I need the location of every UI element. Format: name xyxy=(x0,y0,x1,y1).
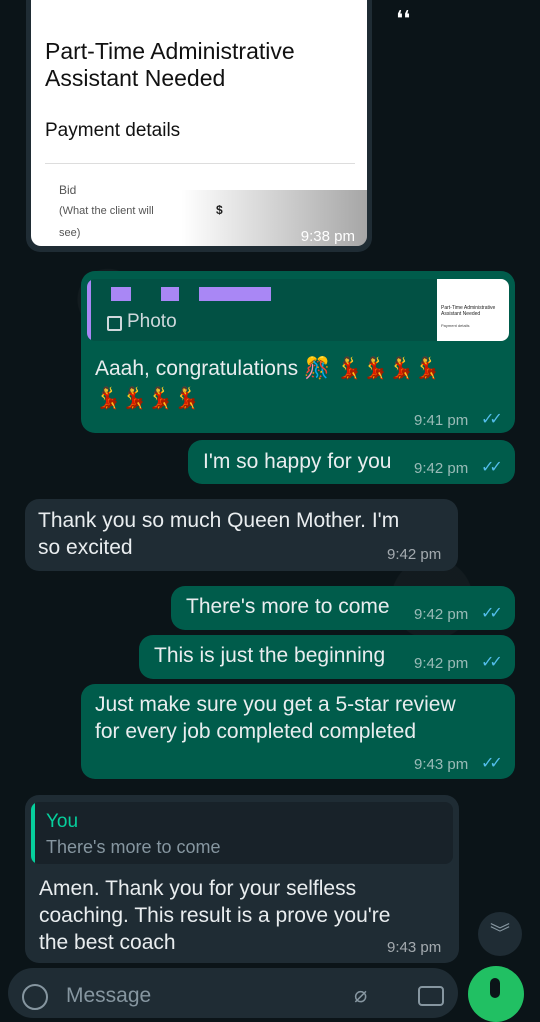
message-text: Just make sure you get a 5-star review f… xyxy=(95,693,456,743)
quote-text: There's more to come xyxy=(46,837,221,857)
bid-sub2: see) xyxy=(59,227,81,239)
message-text: I'm so happy for you xyxy=(203,450,392,473)
message-time: 9:41 pm xyxy=(414,412,469,429)
redacted-name xyxy=(111,287,271,301)
reply-thumbnail: Part-Time Administrative Assistant Neede… xyxy=(437,279,509,341)
camera-icon[interactable] xyxy=(418,986,444,1006)
card-divider xyxy=(45,163,355,164)
read-receipt-icon: ✓✓ xyxy=(481,411,503,428)
message-text: Thank you so much Queen Mother. I'm so e… xyxy=(38,509,400,559)
double-chevron-down-icon: ︾ xyxy=(490,923,510,945)
message-text: This is just the beginning xyxy=(154,644,386,667)
incoming-message[interactable]: You There's more to come Amen. Thank you… xyxy=(25,795,459,963)
bid-sub1: (What the client will xyxy=(59,205,154,217)
reply-quote-box[interactable]: You There's more to come xyxy=(31,802,453,864)
attach-icon[interactable]: ⌀ xyxy=(354,982,367,1008)
message-time: 9:42 pm xyxy=(414,655,469,672)
read-receipt-icon: ✓✓ xyxy=(481,755,503,772)
outgoing-message[interactable]: There's more to come 9:42 pm ✓✓ xyxy=(171,586,515,630)
message-text: Aaah, congratulations 🎊 💃💃💃💃 💃💃💃💃 xyxy=(95,357,441,410)
message-input[interactable]: Message xyxy=(66,984,151,1008)
photo-icon xyxy=(107,316,122,331)
message-time: 9:42 pm xyxy=(414,606,469,623)
incoming-message[interactable]: Thank you so much Queen Mother. I'm so e… xyxy=(25,499,458,571)
message-time: 9:43 pm xyxy=(414,756,469,773)
scroll-down-button[interactable]: ︾ xyxy=(478,912,522,956)
outgoing-message[interactable]: Photo Part-Time Administrative Assistant… xyxy=(81,271,515,433)
message-text: There's more to come xyxy=(186,595,390,618)
photo-label: Photo xyxy=(127,311,177,332)
read-receipt-icon: ✓✓ xyxy=(481,459,503,476)
quote-bar xyxy=(87,279,91,341)
quote-author: You xyxy=(46,811,79,832)
top-quote-mark: ❛❛ xyxy=(396,6,411,31)
read-receipt-icon: ✓✓ xyxy=(481,654,503,671)
quote-bar xyxy=(31,802,35,864)
message-time: 9:43 pm xyxy=(387,939,442,956)
card-title: Part-Time Administrative Assistant Neede… xyxy=(45,38,295,91)
outgoing-message[interactable]: Just make sure you get a 5-star review f… xyxy=(81,684,515,779)
image-message-bubble[interactable]: Part-Time Administrative Assistant Neede… xyxy=(26,0,372,252)
message-time: 9:42 pm xyxy=(414,460,469,477)
screenshot-image[interactable]: Part-Time Administrative Assistant Neede… xyxy=(31,0,367,246)
message-time: 9:42 pm xyxy=(387,546,442,563)
bid-label: Bid xyxy=(59,183,77,197)
message-time: 9:38 pm xyxy=(300,228,355,245)
message-input-bar[interactable]: Message ⌀ xyxy=(8,968,458,1018)
mic-icon xyxy=(490,978,500,998)
read-receipt-icon: ✓✓ xyxy=(481,605,503,622)
outgoing-message[interactable]: This is just the beginning 9:42 pm ✓✓ xyxy=(139,635,515,679)
outgoing-message[interactable]: I'm so happy for you 9:42 pm ✓✓ xyxy=(188,440,515,484)
card-section: Payment details xyxy=(45,120,181,141)
emoji-icon[interactable] xyxy=(22,984,48,1010)
mic-button[interactable] xyxy=(468,966,524,1022)
reply-quote-box[interactable]: Photo Part-Time Administrative Assistant… xyxy=(87,279,509,341)
message-text: Amen. Thank you for your selfless coachi… xyxy=(39,877,391,954)
